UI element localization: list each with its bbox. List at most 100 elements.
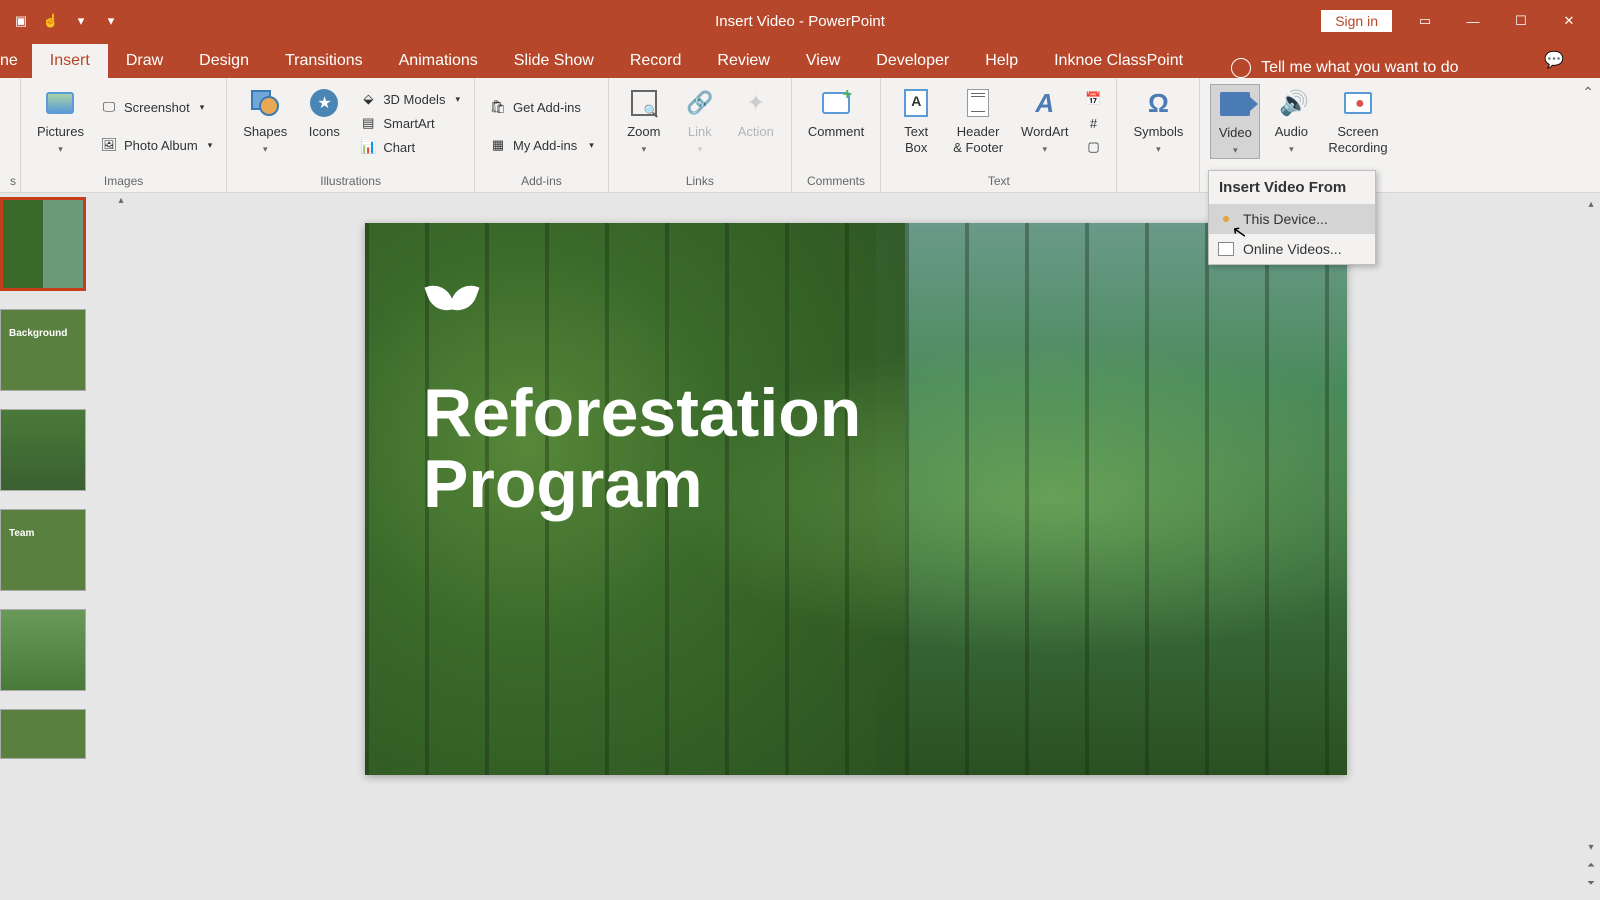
date-icon: 📅: [1084, 90, 1102, 108]
group-label-text: Text: [891, 174, 1106, 190]
shapes-button[interactable]: Shapes ▾: [237, 84, 293, 157]
lightbulb-icon: [1231, 58, 1251, 78]
tab-developer[interactable]: Developer: [858, 44, 967, 78]
audio-button[interactable]: Audio ▾: [1266, 84, 1316, 157]
title-bar: ▣ ☝ ▾ ▾ Insert Video - PowerPoint Sign i…: [0, 0, 1600, 42]
thumbnail-slide-1[interactable]: [0, 197, 86, 291]
close-icon[interactable]: ✕: [1546, 0, 1592, 42]
sign-in-button[interactable]: Sign in: [1321, 10, 1392, 32]
link-icon: 🔗: [686, 90, 713, 116]
group-label-illustrations: Illustrations: [237, 174, 464, 190]
tab-animations[interactable]: Animations: [381, 44, 496, 78]
slide-canvas-area: Reforestation Program: [130, 193, 1582, 900]
wordart-button[interactable]: A WordArt ▾: [1015, 84, 1074, 157]
smartart-icon: ▤: [359, 114, 377, 132]
thumbnail-slide-4[interactable]: Team: [0, 509, 86, 591]
tab-strip: ne Insert Draw Design Transitions Animat…: [0, 42, 1600, 78]
tab-home-cut[interactable]: ne: [0, 44, 32, 78]
pictures-button[interactable]: Pictures ▾: [31, 84, 90, 157]
text-box-button[interactable]: Text Box: [891, 84, 941, 157]
tab-draw[interactable]: Draw: [108, 44, 181, 78]
symbols-button[interactable]: Ω Symbols ▾: [1127, 84, 1189, 157]
tell-me-search[interactable]: Tell me what you want to do: [1231, 58, 1458, 78]
store-icon: 🛍: [489, 98, 507, 116]
screen-recording-icon: [1344, 92, 1372, 114]
pictures-icon: [46, 92, 74, 114]
get-addins-button[interactable]: 🛍 Get Add-ins: [485, 96, 598, 118]
comment-button[interactable]: Comment: [802, 84, 870, 142]
tab-record[interactable]: Record: [612, 44, 700, 78]
tab-insert[interactable]: Insert: [32, 44, 108, 78]
comments-pane-icon[interactable]: 💬: [1526, 42, 1582, 78]
action-icon: ✦: [747, 90, 765, 116]
qat-present-icon[interactable]: ▣: [10, 10, 32, 32]
slide-number-button[interactable]: #: [1080, 112, 1106, 134]
object-icon: ▢: [1084, 138, 1102, 156]
tab-review[interactable]: Review: [699, 44, 787, 78]
ribbon-display-icon[interactable]: ▭: [1402, 0, 1448, 42]
thumbnail-slide-5[interactable]: [0, 609, 86, 691]
comment-icon: [822, 92, 850, 114]
group-label-images: Images: [31, 174, 216, 190]
thumbnail-slide-3[interactable]: [0, 409, 86, 491]
qat-customize-icon[interactable]: ▾: [100, 10, 122, 32]
group-label-comments: Comments: [802, 174, 870, 190]
tell-me-label: Tell me what you want to do: [1261, 59, 1458, 77]
zoom-icon: [631, 90, 657, 116]
next-slide-icon[interactable]: ⏷: [1583, 876, 1599, 892]
audio-icon: [1279, 89, 1303, 117]
group-label-links: Links: [619, 174, 781, 190]
scroll-down-icon[interactable]: ▾: [1583, 840, 1599, 856]
tab-classpoint[interactable]: Inknoe ClassPoint: [1036, 44, 1201, 78]
slide-thumbnail-panel: Background Team ▴: [0, 193, 130, 900]
scroll-up-icon[interactable]: ▴: [1583, 197, 1599, 213]
qat-touch-icon[interactable]: ☝: [40, 10, 62, 32]
icons-icon: [310, 89, 338, 117]
object-button[interactable]: ▢: [1080, 136, 1106, 158]
my-addins-button[interactable]: ▦ My Add-ins▾: [485, 134, 598, 156]
tab-design[interactable]: Design: [181, 44, 267, 78]
canvas-scrollbar[interactable]: ▴ ▾ ⏶ ⏷: [1582, 193, 1600, 900]
group-label-symbols: [1127, 174, 1189, 190]
menu-header: Insert Video From: [1209, 171, 1375, 204]
chart-button[interactable]: 📊 Chart: [355, 136, 464, 158]
tab-transitions[interactable]: Transitions: [267, 44, 381, 78]
slide-title-text: Reforestation Program: [423, 378, 861, 521]
video-button[interactable]: Video ▾: [1210, 84, 1260, 159]
tab-help[interactable]: Help: [967, 44, 1036, 78]
cube-icon: ⬙: [359, 90, 377, 108]
insert-video-from-menu: Insert Video From This Device... Online …: [1208, 170, 1376, 265]
photo-album-icon: 🖼: [100, 136, 118, 154]
qat-dropdown-icon[interactable]: ▾: [70, 10, 92, 32]
online-video-icon: [1218, 242, 1234, 256]
link-button: 🔗 Link ▾: [675, 84, 725, 157]
shapes-icon: [251, 90, 279, 116]
thumbnail-slide-2[interactable]: Background: [0, 309, 86, 391]
tab-slideshow[interactable]: Slide Show: [496, 44, 612, 78]
tab-view[interactable]: View: [788, 44, 858, 78]
screen-recording-button[interactable]: Screen Recording: [1322, 84, 1393, 157]
photo-album-button[interactable]: 🖼 Photo Album▾: [96, 134, 216, 156]
collapse-ribbon-icon[interactable]: ⌃: [1582, 84, 1594, 101]
window-title: Insert Video - PowerPoint: [715, 13, 885, 30]
prev-slide-icon[interactable]: ⏶: [1583, 858, 1599, 874]
icons-button[interactable]: Icons: [299, 84, 349, 142]
omega-icon: Ω: [1148, 88, 1169, 119]
number-icon: #: [1084, 114, 1102, 132]
addins-icon: ▦: [489, 136, 507, 154]
date-time-button[interactable]: 📅: [1080, 88, 1106, 110]
smartart-button[interactable]: ▤ SmartArt: [355, 112, 464, 134]
slide-main[interactable]: Reforestation Program: [365, 223, 1347, 775]
scroll-up-icon[interactable]: ▴: [113, 193, 129, 209]
video-icon: [1220, 92, 1250, 116]
screenshot-button[interactable]: 🖵 Screenshot▾: [96, 96, 216, 118]
maximize-icon[interactable]: ☐: [1498, 0, 1544, 42]
3d-models-button[interactable]: ⬙ 3D Models▾: [355, 88, 464, 110]
thumbnail-slide-6[interactable]: [0, 709, 86, 759]
thumbnail-scrollbar[interactable]: ▴: [112, 193, 130, 900]
header-footer-button[interactable]: Header & Footer: [947, 84, 1009, 157]
group-label-addins: Add-ins: [485, 174, 598, 190]
zoom-button[interactable]: Zoom ▾: [619, 84, 669, 157]
minimize-icon[interactable]: —: [1450, 0, 1496, 42]
text-box-icon: [904, 89, 928, 117]
